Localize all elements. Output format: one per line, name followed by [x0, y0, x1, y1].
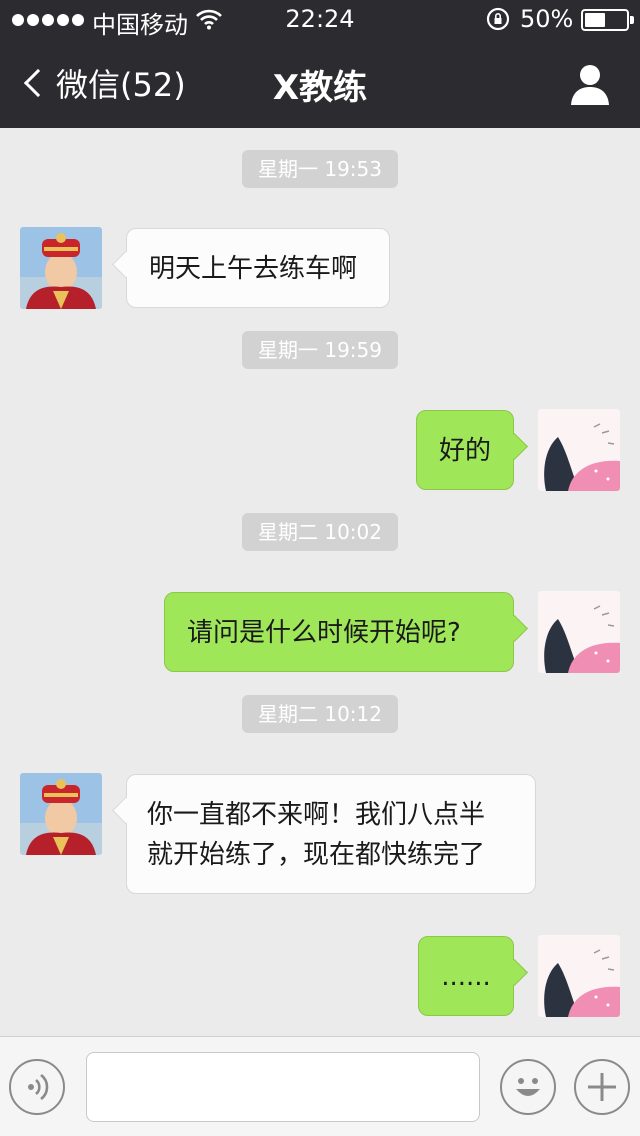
message-bubble-received[interactable]: 明天上午去练车啊: [126, 228, 390, 308]
timestamp: 星期二 10:02: [242, 513, 398, 551]
voice-icon: [28, 1073, 49, 1101]
battery-percent: 50%: [520, 5, 574, 33]
self-avatar[interactable]: [538, 935, 620, 1017]
message-bubble-sent[interactable]: ......: [418, 936, 514, 1016]
timestamp: 星期二 10:12: [242, 695, 398, 733]
navigation-bar: 微信(52) X教练: [0, 40, 640, 128]
message-text: 明天上午去练车啊: [149, 254, 358, 284]
self-avatar[interactable]: [538, 591, 620, 673]
status-bar: 中国移动 22:24 50%: [0, 0, 640, 40]
chat-title: X教练: [272, 68, 368, 108]
emoji-button[interactable]: [500, 1059, 556, 1115]
voice-button[interactable]: [9, 1059, 65, 1115]
timestamp: 星期一 19:59: [242, 331, 398, 369]
message-text-line: 就开始练了，现在都快练完了: [147, 840, 486, 870]
more-button[interactable]: [574, 1059, 630, 1115]
message-text: 好的: [438, 436, 491, 466]
battery-icon: [581, 9, 634, 31]
message-text-line: 你一直都不来啊！我们八点半: [147, 800, 486, 830]
emoji-icon: [516, 1078, 540, 1096]
timestamp: 星期一 19:53: [242, 150, 398, 188]
battery-level: [585, 13, 605, 27]
message-text: ......: [441, 962, 491, 992]
input-bar: [0, 1036, 640, 1136]
message-bubble-sent[interactable]: 好的: [416, 410, 514, 490]
message-input[interactable]: [86, 1052, 480, 1122]
contact-avatar[interactable]: [20, 227, 102, 309]
message-bubble-sent[interactable]: 请问是什么时候开始呢?: [164, 592, 514, 672]
message-text: 请问是什么时候开始呢?: [187, 618, 461, 648]
top-bar: 中国移动 22:24 50% 微信(52) X教练: [0, 0, 640, 128]
plus-icon: [588, 1073, 616, 1101]
contact-avatar[interactable]: [20, 773, 102, 855]
rotation-lock-icon: [486, 7, 510, 31]
message-bubble-received[interactable]: 你一直都不来啊！我们八点半 就开始练了，现在都快练完了: [126, 774, 536, 894]
chat-area[interactable]: 星期一 19:53 明天上午去练车啊 星期一 19:59 好的 星期二 10:0…: [0, 128, 640, 1036]
profile-icon[interactable]: [570, 62, 610, 106]
self-avatar[interactable]: [538, 409, 620, 491]
